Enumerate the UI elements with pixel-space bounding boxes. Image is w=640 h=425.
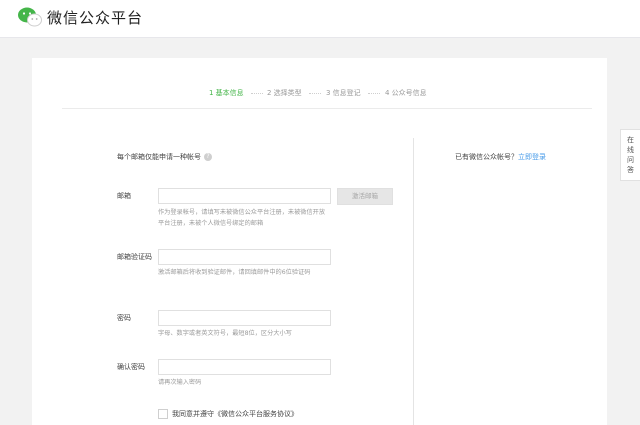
password-hint: 字母、数字或者英文符号，最短8位，区分大小写 [158, 330, 292, 337]
qa-char: 答 [627, 166, 634, 174]
confirm-password-hint: 请再次输入密码 [158, 379, 202, 386]
login-now-link[interactable]: 立即登录 [518, 153, 546, 161]
confirm-password-label: 确认密码 [117, 363, 145, 371]
wechat-logo-icon[interactable] [17, 6, 43, 28]
password-label: 密码 [117, 314, 131, 322]
column-divider [413, 138, 414, 425]
agreement-checkbox[interactable] [158, 409, 168, 419]
registration-steps: 1 基本信息 2 选择类型 3 信息登记 4 公众号信息 [0, 88, 640, 102]
qa-char: 问 [627, 156, 634, 164]
activate-email-button[interactable]: 激活邮箱 [337, 188, 393, 205]
email-notice: 每个邮箱仅能申请一种帐号? [117, 152, 212, 162]
agreement-row: 我同意并遵守《微信公众平台服务协议》 [158, 409, 298, 419]
step-separator [251, 93, 263, 94]
step-separator [309, 93, 321, 94]
verify-code-label: 邮箱验证码 [117, 253, 152, 261]
brand-title[interactable]: 微信公众平台 [47, 7, 143, 28]
agreement-text: 我同意并遵守 [172, 410, 214, 418]
password-input[interactable] [158, 310, 331, 326]
top-bar: 微信公众平台 [0, 0, 640, 38]
step-select-type: 2 选择类型 [267, 89, 302, 97]
existing-account-note: 已有微信公众帐号？立即登录 [455, 152, 546, 162]
email-label: 邮箱 [117, 192, 131, 200]
step-info-register: 3 信息登记 [326, 89, 361, 97]
step-account-info: 4 公众号信息 [385, 89, 427, 97]
step-basic-info: 1 基本信息 [209, 89, 244, 97]
email-input[interactable] [158, 188, 331, 204]
notice-text: 每个邮箱仅能申请一种帐号 [117, 153, 201, 161]
agreement-link[interactable]: 《微信公众平台服务协议》 [214, 410, 298, 418]
verify-code-hint: 激活邮箱后将收到验证邮件，请回填邮件中的6位验证码 [158, 269, 311, 276]
help-icon[interactable]: ? [204, 153, 212, 161]
steps-divider [62, 108, 592, 109]
verify-code-input[interactable] [158, 249, 331, 265]
qa-char: 在 [627, 136, 634, 144]
online-qa-tab[interactable]: 在 线 问 答 [620, 129, 640, 181]
confirm-password-input[interactable] [158, 359, 331, 375]
qa-char: 线 [627, 146, 634, 154]
email-hint: 作为登录帐号，请填写未被微信公众平台注册，未被微信开放平台注册，未被个人微信号绑… [158, 209, 326, 227]
step-separator [368, 93, 380, 94]
existing-account-text: 已有微信公众帐号？ [455, 153, 518, 161]
